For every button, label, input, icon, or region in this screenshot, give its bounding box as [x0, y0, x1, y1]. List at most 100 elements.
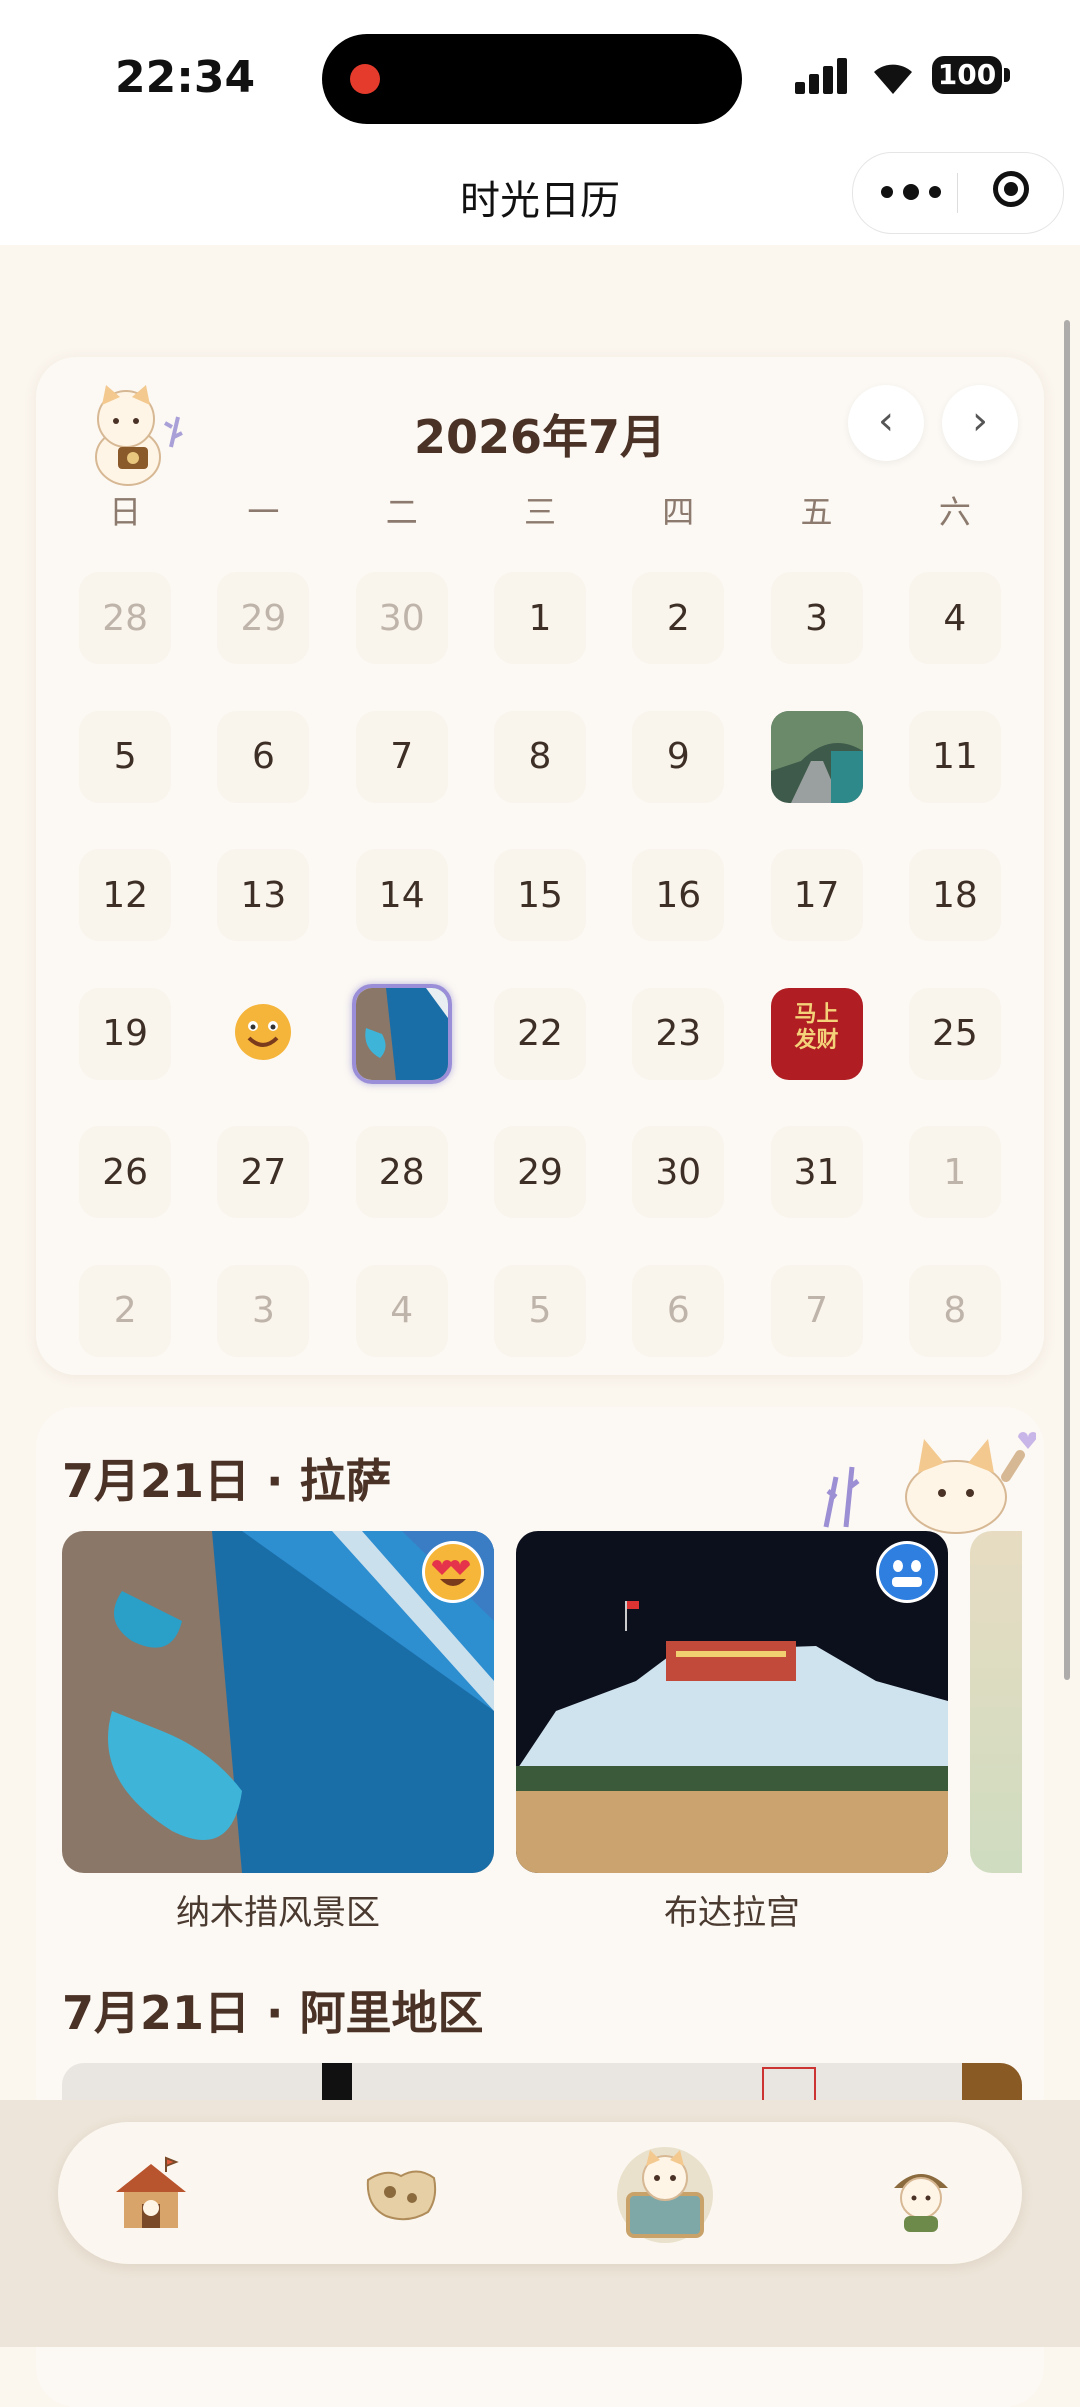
- calendar-day-cell[interactable]: 30: [609, 1103, 747, 1242]
- calendar-day-cell[interactable]: 5: [471, 1242, 609, 1381]
- calendar-day[interactable]: 13: [217, 849, 310, 942]
- calendar-day[interactable]: 7: [355, 710, 448, 803]
- calendar-day[interactable]: 28: [355, 1126, 448, 1219]
- calendar-day-cell[interactable]: 28: [333, 1103, 471, 1242]
- calendar-day[interactable]: 27: [217, 1126, 310, 1219]
- calendar-day-cell[interactable]: 4: [886, 549, 1024, 688]
- calendar-day-cell[interactable]: 1: [471, 549, 609, 688]
- photo-strip-ali[interactable]: [62, 2063, 1022, 2103]
- calendar-day[interactable]: 26: [79, 1126, 172, 1219]
- photo-card-potala[interactable]: [516, 1531, 948, 1873]
- smiley-emoji-icon[interactable]: [233, 1002, 293, 1066]
- calendar-day-cell[interactable]: 29: [194, 549, 332, 688]
- calendar-day[interactable]: 4: [908, 572, 1001, 665]
- calendar-day[interactable]: 5: [79, 710, 172, 803]
- calendar-day-cell[interactable]: 7: [333, 688, 471, 827]
- calendar-day-cell[interactable]: [333, 965, 471, 1104]
- day-photo-thumbnail[interactable]: 马上发财: [770, 987, 863, 1080]
- calendar-day-cell[interactable]: 17: [747, 826, 885, 965]
- calendar-day-cell[interactable]: 22: [471, 965, 609, 1104]
- calendar-day[interactable]: 1: [908, 1126, 1001, 1219]
- scrollbar[interactable]: [1064, 320, 1070, 1680]
- calendar-day[interactable]: 29: [217, 572, 310, 665]
- calendar-day[interactable]: 5: [493, 1264, 586, 1357]
- calendar-day-cell[interactable]: 8: [471, 688, 609, 827]
- calendar-day[interactable]: 8: [908, 1264, 1001, 1357]
- calendar-day[interactable]: 29: [493, 1126, 586, 1219]
- day-photo-thumbnail[interactable]: [770, 710, 863, 803]
- calendar-day[interactable]: 2: [632, 572, 725, 665]
- calendar-day-cell[interactable]: 31: [747, 1103, 885, 1242]
- calendar-day-cell[interactable]: [747, 688, 885, 827]
- home-house-icon[interactable]: [106, 2150, 196, 2240]
- day-photo-thumbnail[interactable]: [351, 983, 452, 1084]
- calendar-day-cell[interactable]: 14: [333, 826, 471, 965]
- calendar-cat-icon[interactable]: [610, 2140, 720, 2250]
- calendar-day-cell[interactable]: 2: [609, 549, 747, 688]
- photo-card-namtso[interactable]: [62, 1531, 494, 1873]
- calendar-day[interactable]: 9: [632, 710, 725, 803]
- calendar-day-cell[interactable]: 9: [609, 688, 747, 827]
- calendar-day-cell[interactable]: 29: [471, 1103, 609, 1242]
- calendar-day-cell[interactable]: 11: [886, 688, 1024, 827]
- calendar-day[interactable]: 19: [79, 987, 172, 1080]
- calendar-day[interactable]: 7: [770, 1264, 863, 1357]
- calendar-day[interactable]: 31: [770, 1126, 863, 1219]
- calendar-day[interactable]: 14: [355, 849, 448, 942]
- calendar-day-cell[interactable]: 4: [333, 1242, 471, 1381]
- calendar-day-cell[interactable]: 23: [609, 965, 747, 1104]
- calendar-day-cell[interactable]: 30: [333, 549, 471, 688]
- calendar-day[interactable]: 1: [493, 572, 586, 665]
- calendar-day-cell[interactable]: 18: [886, 826, 1024, 965]
- calendar-day[interactable]: 18: [908, 849, 1001, 942]
- calendar-day-cell[interactable]: 2: [56, 1242, 194, 1381]
- calendar-day[interactable]: 25: [908, 987, 1001, 1080]
- photo-label: 布达拉宫: [664, 1893, 800, 1933]
- calendar-day-cell[interactable]: 28: [56, 549, 194, 688]
- calendar-day-cell[interactable]: 27: [194, 1103, 332, 1242]
- calendar-day-cell[interactable]: 15: [471, 826, 609, 965]
- calendar-day-cell[interactable]: 6: [194, 688, 332, 827]
- calendar-day-cell[interactable]: 6: [609, 1242, 747, 1381]
- calendar-day[interactable]: 28: [79, 572, 172, 665]
- calendar-day[interactable]: 17: [770, 849, 863, 942]
- calendar-day-cell[interactable]: 3: [194, 1242, 332, 1381]
- calendar-day-cell[interactable]: 25: [886, 965, 1024, 1104]
- calendar-day-cell[interactable]: 8: [886, 1242, 1024, 1381]
- calendar-day-cell[interactable]: 马上发财: [747, 965, 885, 1104]
- calendar-day[interactable]: 6: [632, 1264, 725, 1357]
- calendar-day[interactable]: 3: [217, 1264, 310, 1357]
- calendar-day[interactable]: 23: [632, 987, 725, 1080]
- more-icon[interactable]: [881, 177, 941, 207]
- photo-card-partial[interactable]: [970, 1531, 1022, 1873]
- calendar-day[interactable]: 16: [632, 849, 725, 942]
- calendar-day[interactable]: 8: [493, 710, 586, 803]
- calendar-day-cell[interactable]: 7: [747, 1242, 885, 1381]
- calendar-day[interactable]: 22: [493, 987, 586, 1080]
- calendar-day[interactable]: 3: [770, 572, 863, 665]
- calendar-day-cell[interactable]: 26: [56, 1103, 194, 1242]
- calendar-day-cell[interactable]: 3: [747, 549, 885, 688]
- profile-cat-icon[interactable]: [876, 2150, 966, 2240]
- calendar-day-cell[interactable]: 12: [56, 826, 194, 965]
- calendar-day[interactable]: 4: [355, 1264, 448, 1357]
- calendar-day[interactable]: 30: [355, 572, 448, 665]
- calendar-day[interactable]: 2: [79, 1264, 172, 1357]
- calendar-day[interactable]: 12: [79, 849, 172, 942]
- calendar-day[interactable]: 30: [632, 1126, 725, 1219]
- weekday-label: 六: [938, 493, 971, 531]
- prev-month-button[interactable]: ‹: [848, 385, 924, 461]
- close-target-icon[interactable]: [993, 171, 1029, 207]
- calendar-day-cell[interactable]: 1: [886, 1103, 1024, 1242]
- calendar-day-cell[interactable]: 5: [56, 688, 194, 827]
- battery-icon: 100: [932, 56, 1002, 94]
- calendar-day-cell[interactable]: 13: [194, 826, 332, 965]
- calendar-day-cell[interactable]: 19: [56, 965, 194, 1104]
- next-month-button[interactable]: ›: [942, 385, 1018, 461]
- calendar-day-cell[interactable]: 16: [609, 826, 747, 965]
- calendar-day[interactable]: 15: [493, 849, 586, 942]
- calendar-day-cell[interactable]: [194, 965, 332, 1104]
- map-icon[interactable]: [356, 2150, 446, 2240]
- calendar-day[interactable]: 11: [908, 710, 1001, 803]
- calendar-day[interactable]: 6: [217, 710, 310, 803]
